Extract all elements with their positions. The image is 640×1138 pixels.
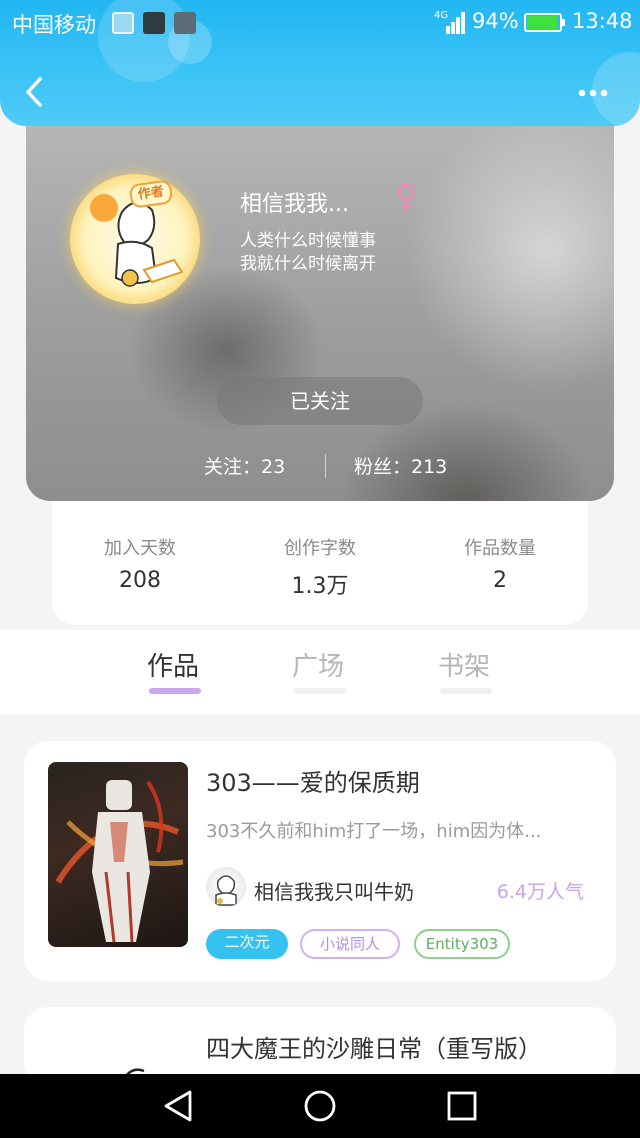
divider xyxy=(325,454,326,478)
stat-label: 加入天数 xyxy=(104,538,176,559)
stat-label: 创作字数 xyxy=(284,538,356,559)
battery-icon xyxy=(524,13,565,32)
tag-chip[interactable]: 小说同人 xyxy=(300,929,400,959)
tab-indicator xyxy=(294,688,346,694)
avatar[interactable]: 作者 xyxy=(70,174,200,304)
stat-work-count: 作品数量 2 xyxy=(420,534,580,593)
bio-line: 我就什么时候离开 xyxy=(240,254,376,274)
more-horizontal-icon xyxy=(578,89,608,97)
tab-bar: 作品 广场 书架 xyxy=(0,630,640,714)
following-count[interactable]: 关注：23 xyxy=(204,452,285,479)
status-bar: 中国移动 4G 94% 13:48 xyxy=(0,0,640,46)
work-title[interactable]: 303——爱的保质期 xyxy=(206,763,420,798)
follow-stats: 关注：23 粉丝：213 xyxy=(26,452,614,482)
signal-icon: 4G xyxy=(434,10,466,34)
stat-label: 作品数量 xyxy=(464,538,536,559)
triangle-back-icon xyxy=(164,1090,192,1122)
battery-percent: 94% xyxy=(472,9,519,33)
app-thumbnail-icon xyxy=(174,12,196,34)
circle-home-icon xyxy=(304,1090,336,1122)
carrier-name: 中国移动 xyxy=(12,13,96,37)
nav-recents-button[interactable] xyxy=(444,1088,480,1124)
gallery-icon xyxy=(112,12,134,34)
tab-indicator xyxy=(440,688,492,694)
tag-chip[interactable]: Entity303 xyxy=(414,929,510,959)
app-thumbnail-icon xyxy=(143,12,165,34)
tag-chip[interactable]: 二次元 xyxy=(206,929,288,959)
stat-join-days: 加入天数 208 xyxy=(60,534,220,593)
stat-value: 208 xyxy=(119,568,161,593)
stat-value: 1.3万 xyxy=(291,574,349,599)
bio: 人类什么时候懂事 我就什么时候离开 xyxy=(240,230,500,276)
author-name[interactable]: 相信我我只叫牛奶 xyxy=(254,876,414,905)
author-avatar[interactable] xyxy=(206,867,246,907)
tab-indicator xyxy=(149,688,201,694)
work-cover[interactable] xyxy=(48,762,188,947)
tab-works[interactable]: 作品 xyxy=(147,646,199,683)
stat-word-count: 创作字数 1.3万 xyxy=(240,534,400,600)
battery-level xyxy=(527,16,557,29)
chevron-left-icon xyxy=(26,77,42,107)
cover-illustration xyxy=(55,780,184,943)
profile-card: 作者 相信我我... 人类什么时候懂事 我就什么时候离开 已关注 关注：23 粉… xyxy=(26,100,614,501)
work-card[interactable]: 303——爱的保质期 303不久前和him打了一场，him因为体... 相信我我… xyxy=(24,741,616,981)
network-type: 4G xyxy=(434,10,449,21)
follow-button[interactable]: 已关注 xyxy=(217,377,423,425)
tab-square[interactable]: 广场 xyxy=(292,646,344,683)
stat-value: 2 xyxy=(493,568,507,593)
tab-bookshelf[interactable]: 书架 xyxy=(438,646,490,683)
stats-card: 加入天数 208 创作字数 1.3万 作品数量 2 xyxy=(52,500,588,625)
work-title[interactable]: 四大魔王的沙雕日常（重写版） xyxy=(206,1029,542,1064)
square-recents-icon xyxy=(447,1091,477,1121)
app-header: 中国移动 4G 94% 13:48 xyxy=(0,0,640,126)
female-icon xyxy=(396,182,416,214)
back-button[interactable] xyxy=(20,74,52,110)
clock: 13:48 xyxy=(572,9,633,33)
nickname: 相信我我... xyxy=(240,192,349,217)
bio-line: 人类什么时候懂事 xyxy=(240,231,376,251)
nav-home-button[interactable] xyxy=(302,1088,338,1124)
more-button[interactable] xyxy=(572,78,612,108)
fans-count[interactable]: 粉丝：213 xyxy=(354,452,447,479)
nav-back-button[interactable] xyxy=(160,1088,196,1124)
work-description: 303不久前和him打了一场，him因为体... xyxy=(206,821,542,842)
avatar-illustration xyxy=(215,875,237,906)
popularity-count: 6.4万人气 xyxy=(496,881,584,903)
system-nav-bar xyxy=(0,1074,640,1138)
